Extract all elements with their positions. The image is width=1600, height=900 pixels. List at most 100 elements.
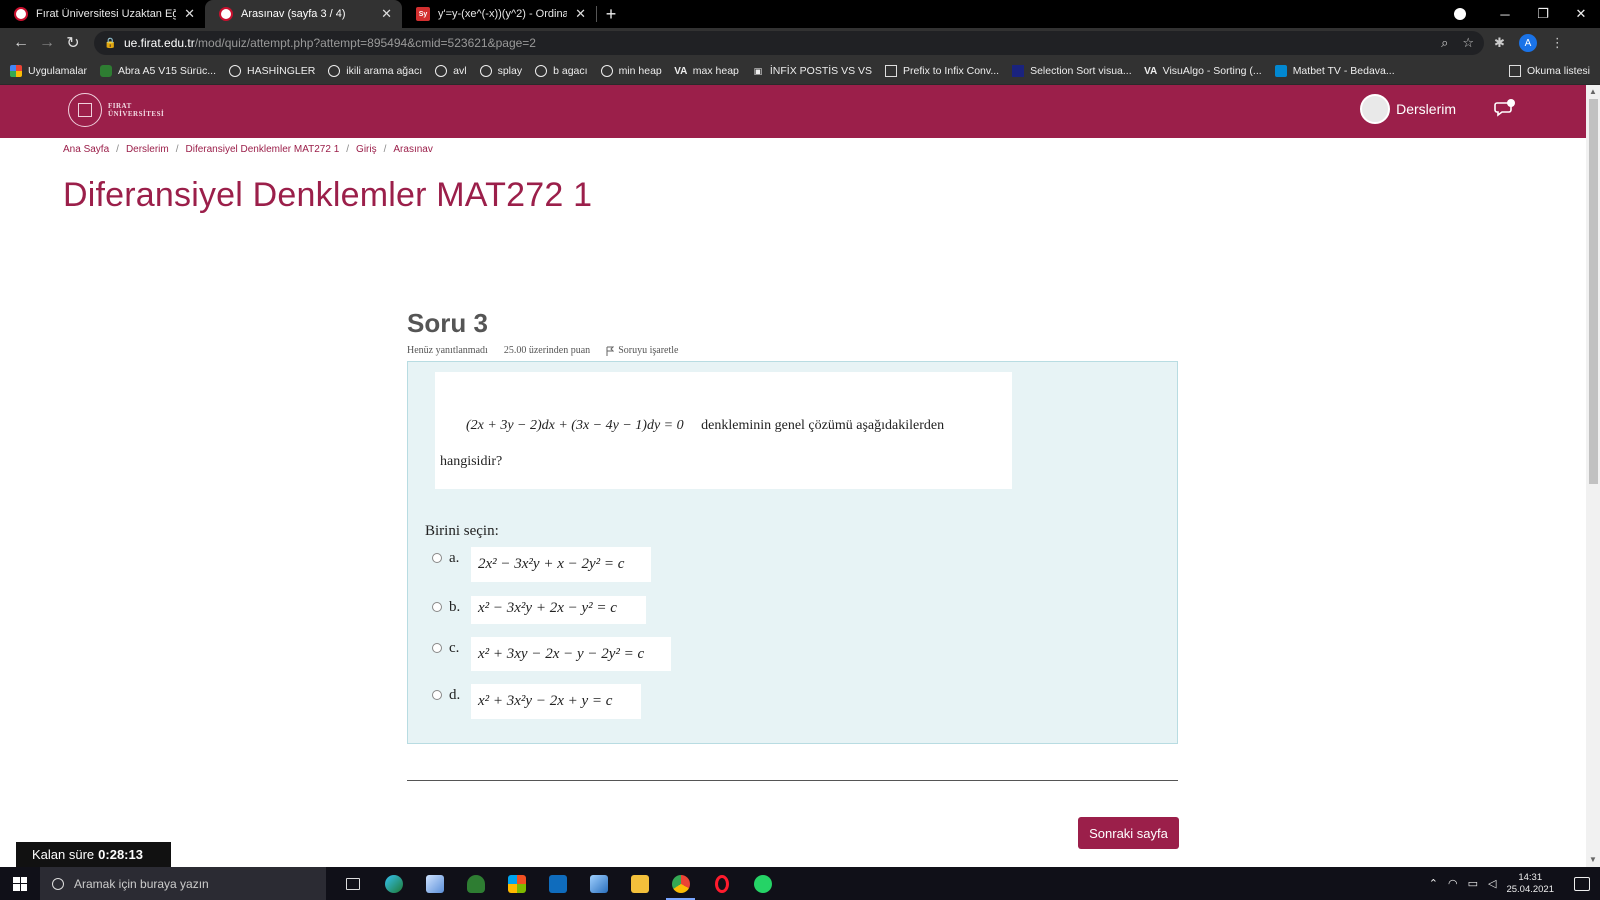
clock[interactable]: 14:31 25.04.2021 bbox=[1506, 872, 1554, 896]
scrollbar-thumb[interactable] bbox=[1589, 99, 1598, 484]
browser-tab-active[interactable]: Arasınav (sayfa 3 / 4) ✕ bbox=[205, 0, 402, 28]
question-text-line1: denkleminin genel çözümü aşağıdakilerden bbox=[701, 418, 945, 433]
browser-tab[interactable]: Sy y'=y-(xe^(-x))(y^2) - Ordinary D ✕ bbox=[402, 0, 596, 28]
bookmark-label: İNFİX POSTİS VS VS bbox=[769, 65, 872, 77]
star-icon[interactable]: ☆ bbox=[1462, 35, 1474, 51]
address-bar[interactable]: 🔒 ue.firat.edu.tr/mod/quiz/attempt.php?a… bbox=[94, 31, 1484, 55]
bookmark-item[interactable]: Abra A5 V15 Sürüc... bbox=[99, 65, 216, 77]
breadcrumb-courses[interactable]: Derslerim bbox=[126, 144, 169, 155]
lock-icon[interactable]: 🔒 bbox=[104, 38, 116, 49]
scroll-down-icon[interactable]: ▼ bbox=[1586, 853, 1600, 867]
opera-icon[interactable] bbox=[701, 867, 742, 900]
whatsapp-icon[interactable] bbox=[742, 867, 783, 900]
university-logo[interactable]: FIRAT ÜNİVERSİTESİ bbox=[68, 93, 164, 127]
firat-icon bbox=[14, 7, 28, 21]
window-controls: ─ ❐ ✕ bbox=[1454, 0, 1600, 28]
radio-button[interactable] bbox=[432, 690, 442, 700]
page-scrollbar[interactable]: ▲ ▼ bbox=[1586, 85, 1600, 867]
radio-button[interactable] bbox=[432, 602, 442, 612]
question-heading: Soru 3 bbox=[407, 308, 488, 338]
store-icon[interactable] bbox=[496, 867, 537, 900]
forward-icon[interactable]: → bbox=[34, 30, 60, 56]
security-app-icon[interactable] bbox=[455, 867, 496, 900]
option-formula[interactable]: x² − 3x²y + 2x − y² = c bbox=[471, 596, 646, 624]
user-menu[interactable]: Derslerim bbox=[1360, 94, 1456, 124]
bookmark-item[interactable]: Selection Sort visua... bbox=[1012, 65, 1132, 77]
flag-question-link[interactable]: Soruyu işaretle bbox=[606, 345, 678, 356]
tab-title: Fırat Üniversitesi Uzaktan Eğitim bbox=[36, 8, 177, 20]
wifi-icon[interactable]: ◠ bbox=[1448, 877, 1458, 890]
minimize-button[interactable]: ─ bbox=[1486, 7, 1524, 22]
answer-option-c[interactable]: c. x² + 3xy − 2x − y − 2y² = c bbox=[432, 637, 671, 671]
bookmark-item[interactable]: min heap bbox=[600, 65, 662, 77]
question-equation: (2x + 3y − 2)dx + (3x − 4y − 1)dy = 0 bbox=[466, 418, 684, 433]
breadcrumb-course[interactable]: Diferansiyel Denklemler MAT272 1 bbox=[186, 144, 340, 155]
edge-icon[interactable] bbox=[373, 867, 414, 900]
breadcrumb-section[interactable]: Giriş bbox=[356, 144, 377, 155]
bookmark-item[interactable]: b agacı bbox=[535, 65, 588, 77]
bookmark-item[interactable]: VA max heap bbox=[674, 65, 739, 77]
bookmark-item[interactable]: avl bbox=[435, 65, 467, 77]
next-page-button[interactable]: Sonraki sayfa bbox=[1078, 817, 1179, 849]
reload-icon[interactable]: ↻ bbox=[60, 30, 86, 56]
close-icon[interactable]: ✕ bbox=[184, 6, 195, 22]
option-formula[interactable]: x² + 3x²y − 2x + y = c bbox=[471, 684, 641, 719]
chrome-icon[interactable] bbox=[660, 867, 701, 900]
question-box: (2x + 3y − 2)dx + (3x − 4y − 1)dy = 0 de… bbox=[407, 361, 1178, 744]
chevron-up-icon[interactable]: ⌃ bbox=[1429, 877, 1438, 890]
bookmark-item[interactable]: ikili arama ağacı bbox=[328, 65, 422, 77]
option-letter: a. bbox=[449, 550, 460, 566]
menu-dots-icon[interactable]: ⋮ bbox=[1551, 35, 1564, 51]
logo-line2: ÜNİVERSİTESİ bbox=[108, 110, 165, 118]
start-button[interactable] bbox=[0, 867, 40, 900]
divider bbox=[407, 780, 1178, 781]
option-formula[interactable]: x² + 3xy − 2x − y − 2y² = c bbox=[471, 637, 671, 671]
breadcrumb-quiz[interactable]: Arasınav bbox=[393, 144, 432, 155]
close-icon[interactable]: ✕ bbox=[575, 6, 586, 22]
answer-option-d[interactable]: d. x² + 3x²y − 2x + y = c bbox=[432, 684, 641, 719]
zoom-icon[interactable]: ⌕ bbox=[1441, 35, 1448, 51]
cube-app-icon[interactable] bbox=[414, 867, 455, 900]
notifications-icon[interactable] bbox=[1574, 876, 1590, 891]
bookmark-item[interactable]: splay bbox=[479, 65, 522, 77]
bookmark-label: HASHİNGLER bbox=[247, 65, 316, 77]
extensions-icon[interactable]: ✱ bbox=[1494, 35, 1505, 51]
bookmark-item[interactable]: ▣ İNFİX POSTİS VS VS bbox=[752, 65, 872, 77]
avatar bbox=[1360, 94, 1391, 124]
mail-icon[interactable] bbox=[537, 867, 578, 900]
new-tab-button[interactable]: + bbox=[597, 0, 625, 28]
profile-avatar[interactable]: A bbox=[1518, 34, 1537, 52]
user-menu-label: Derslerim bbox=[1396, 101, 1456, 117]
back-icon[interactable]: ← bbox=[8, 30, 34, 56]
breadcrumb-home[interactable]: Ana Sayfa bbox=[63, 144, 109, 155]
radio-button[interactable] bbox=[432, 643, 442, 653]
file-explorer-icon[interactable] bbox=[619, 867, 660, 900]
bookmark-label: Matbet TV - Bedava... bbox=[1292, 65, 1395, 77]
bookmark-item[interactable]: Prefix to Infix Conv... bbox=[885, 65, 999, 77]
volume-icon[interactable]: ◁ bbox=[1488, 877, 1496, 890]
logo-line1: FIRAT bbox=[108, 102, 132, 110]
bookmark-item[interactable]: HASHİNGLER bbox=[229, 65, 315, 77]
bookmark-item[interactable]: Uygulamalar bbox=[10, 65, 87, 77]
answer-option-b[interactable]: b. x² − 3x²y + 2x − y² = c bbox=[432, 596, 646, 624]
close-icon[interactable]: ✕ bbox=[381, 6, 392, 22]
task-view-icon[interactable] bbox=[332, 867, 373, 900]
taskbar-search[interactable]: Aramak için buraya yazın bbox=[40, 867, 326, 900]
messages-icon[interactable] bbox=[1494, 99, 1516, 117]
bookmark-item[interactable]: Matbet TV - Bedava... bbox=[1274, 65, 1395, 77]
browser-tab[interactable]: Fırat Üniversitesi Uzaktan Eğitim ✕ bbox=[0, 0, 205, 28]
record-icon[interactable] bbox=[1454, 8, 1466, 20]
close-window-button[interactable]: ✕ bbox=[1562, 6, 1600, 22]
dev-app-icon[interactable] bbox=[578, 867, 619, 900]
tab-title: Arasınav (sayfa 3 / 4) bbox=[241, 8, 346, 20]
scroll-up-icon[interactable]: ▲ bbox=[1586, 85, 1600, 99]
option-formula[interactable]: 2x² − 3x²y + x − 2y² = c bbox=[471, 547, 651, 582]
battery-icon[interactable]: ▭ bbox=[1468, 877, 1478, 890]
reading-list[interactable]: Okuma listesi bbox=[1508, 65, 1590, 77]
globe-icon bbox=[479, 65, 492, 77]
answer-option-a[interactable]: a. 2x² − 3x²y + x − 2y² = c bbox=[432, 547, 651, 582]
radio-button[interactable] bbox=[432, 553, 442, 563]
choose-label: Birini seçin: bbox=[425, 523, 499, 539]
restore-button[interactable]: ❐ bbox=[1524, 6, 1562, 22]
bookmark-item[interactable]: VA VisuAlgo - Sorting (... bbox=[1144, 65, 1262, 77]
